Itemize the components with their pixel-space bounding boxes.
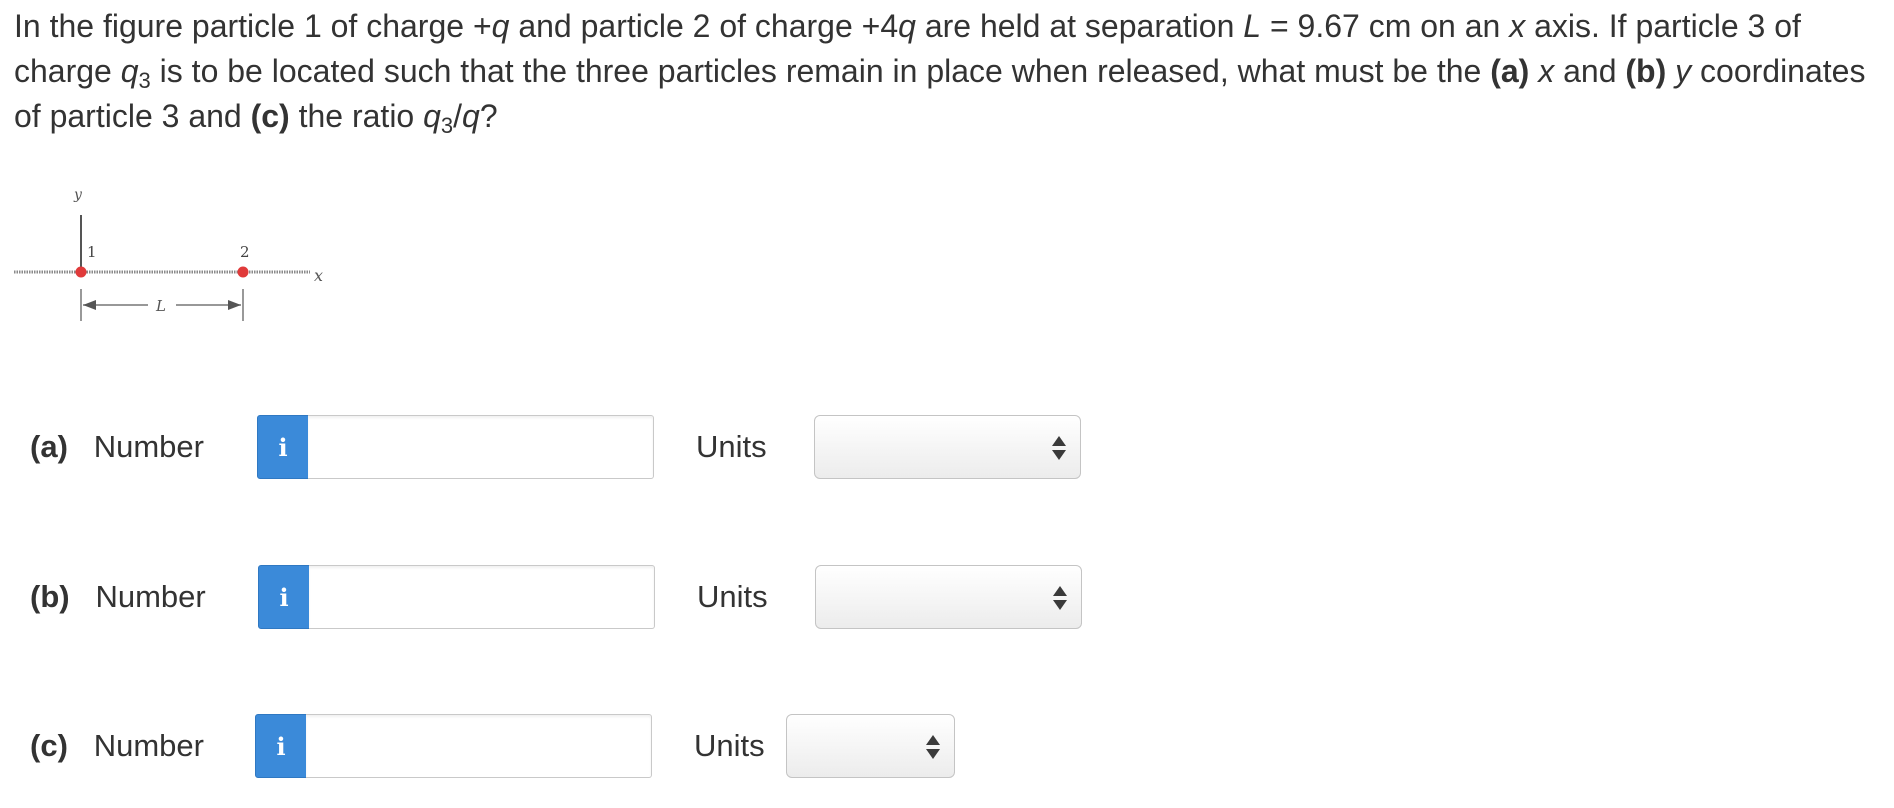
select-arrows-icon — [926, 735, 940, 759]
part-c-label: (c) Number — [30, 728, 204, 763]
part-b-label: (b) Number — [30, 579, 206, 614]
particle-2-label: 2 — [240, 243, 250, 261]
units-label-c: Units — [694, 728, 765, 763]
x-axis-label: x — [314, 266, 323, 285]
separation-arrowhead-left — [83, 300, 96, 310]
separation-label: L — [155, 297, 166, 315]
units-label-b: Units — [697, 579, 768, 614]
units-select-b[interactable] — [815, 565, 1082, 629]
particle-1-label: 1 — [87, 243, 97, 261]
particle-figure: y x 1 2 L — [14, 187, 323, 321]
number-input-a[interactable] — [308, 415, 654, 479]
question-text: In the figure particle 1 of charge +q an… — [14, 8, 1866, 138]
info-icon[interactable]: i — [255, 714, 307, 778]
number-input-b[interactable] — [309, 565, 655, 629]
select-arrows-icon — [1052, 436, 1066, 460]
info-icon[interactable]: i — [257, 415, 309, 479]
y-axis-label: y — [73, 187, 83, 203]
number-input-c[interactable] — [306, 714, 652, 778]
select-arrows-icon — [1053, 586, 1067, 610]
particle-1 — [75, 266, 87, 278]
separation-arrowhead-right — [228, 300, 241, 310]
units-select-a[interactable] — [814, 415, 1081, 479]
info-icon[interactable]: i — [258, 565, 310, 629]
units-select-c[interactable] — [786, 714, 955, 778]
part-a-label: (a) Number — [30, 429, 204, 464]
particle-2 — [237, 266, 249, 278]
units-label-a: Units — [696, 429, 767, 464]
